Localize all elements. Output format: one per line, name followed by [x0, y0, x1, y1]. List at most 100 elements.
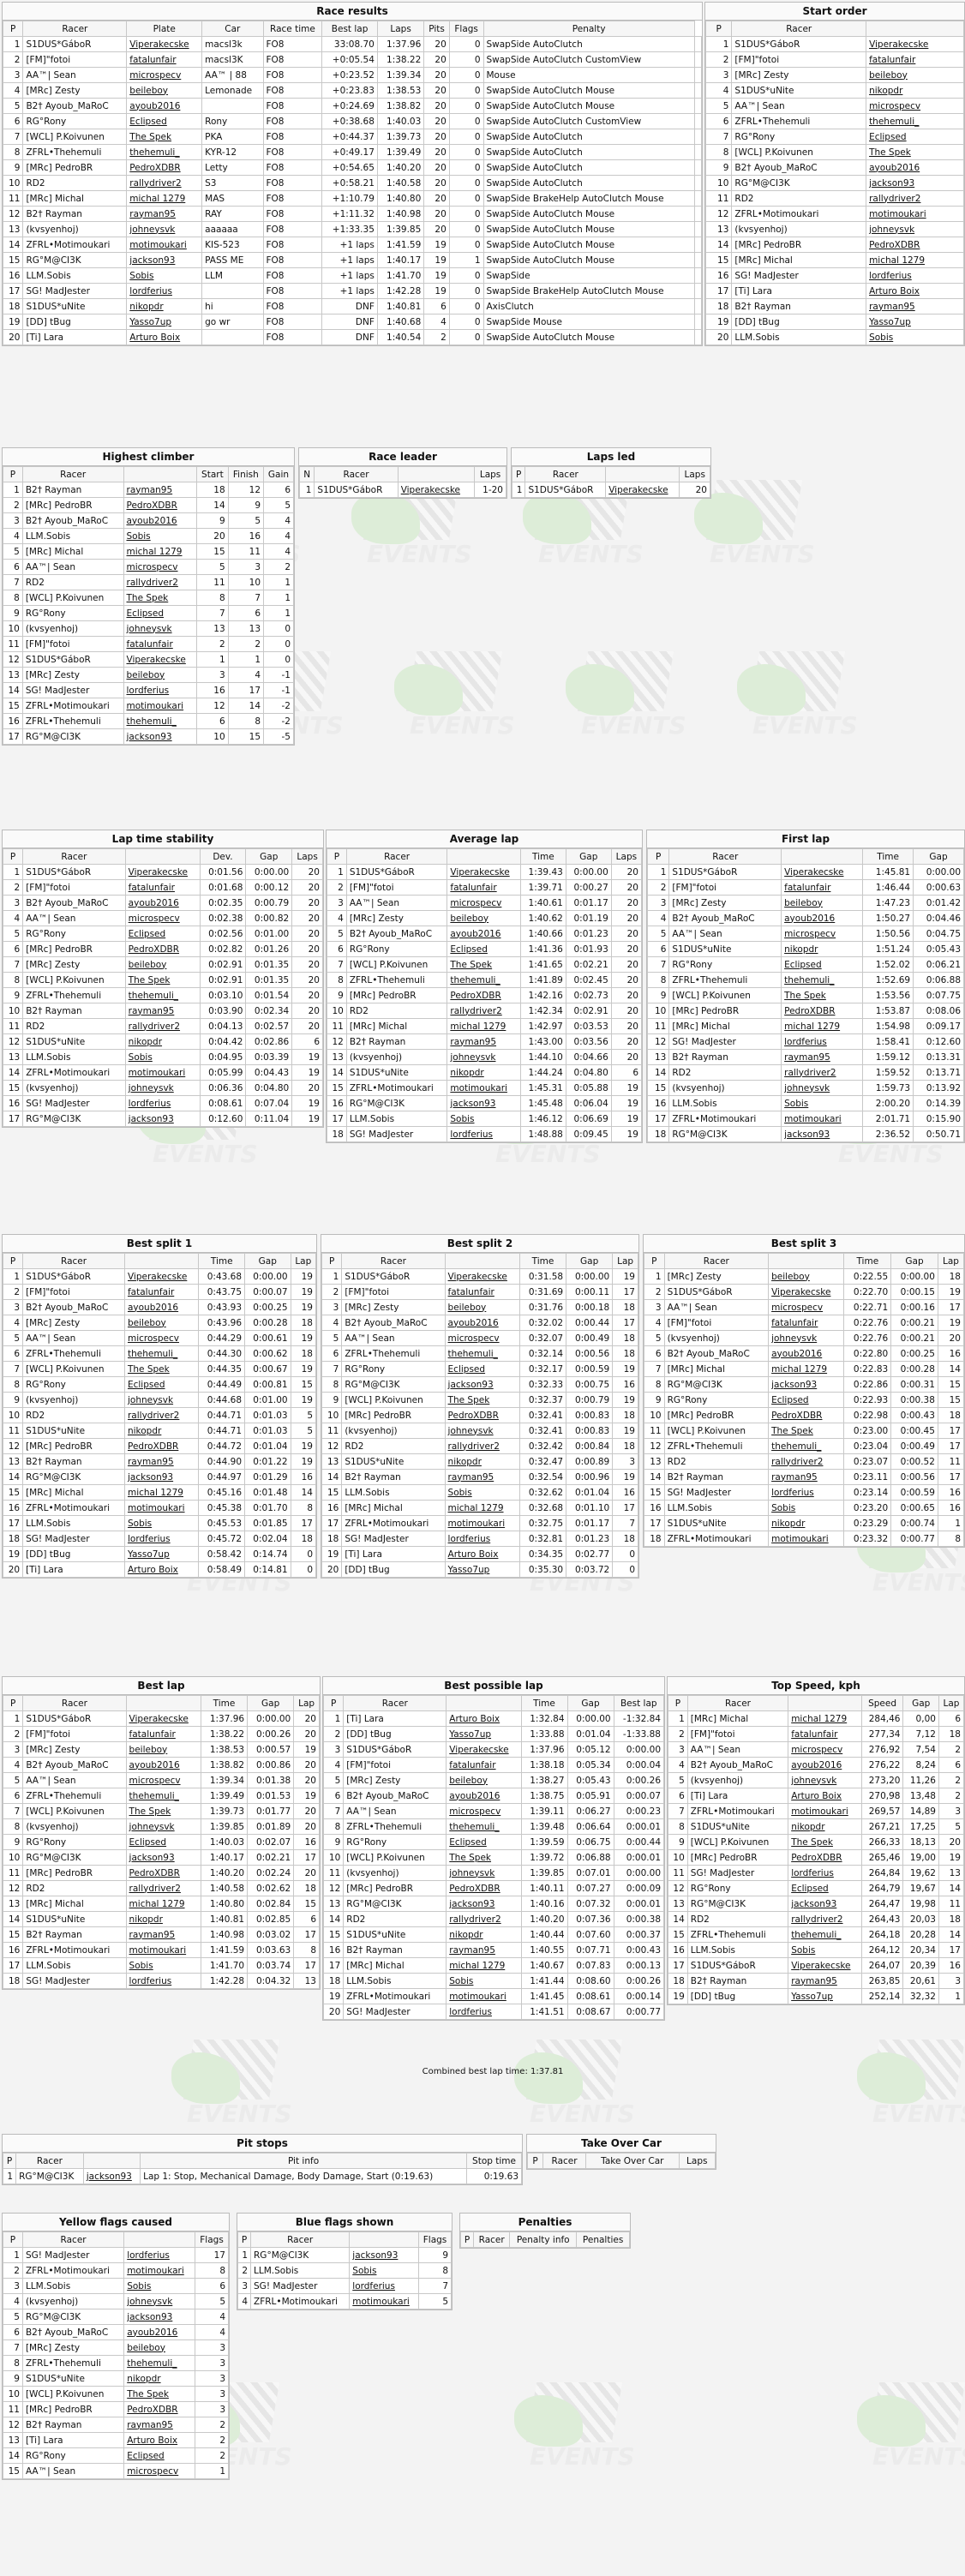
- table-cell[interactable]: lordferius: [125, 1973, 201, 1989]
- table-cell[interactable]: rallydriver2: [123, 1407, 200, 1423]
- table-cell[interactable]: Arturo Boix: [123, 1561, 200, 1578]
- table-cell[interactable]: thehemuli_: [123, 2355, 196, 2371]
- table-cell[interactable]: Sobis: [123, 528, 198, 544]
- table-cell[interactable]: jackson93: [82, 2168, 141, 2184]
- table-cell[interactable]: beileboy: [126, 82, 203, 99]
- table-cell[interactable]: PedroXDBR: [123, 497, 198, 513]
- table-cell[interactable]: jackson93: [788, 1896, 862, 1912]
- table-cell[interactable]: jackson93: [768, 1376, 845, 1393]
- table-cell[interactable]: Yasso7up: [123, 1546, 200, 1562]
- table-cell[interactable]: fatalunfair: [781, 879, 864, 896]
- table-cell[interactable]: lordferius: [123, 1531, 200, 1547]
- table-cell[interactable]: johneysvk: [444, 1423, 520, 1439]
- table-cell[interactable]: lordferius: [781, 1033, 864, 1050]
- table-cell[interactable]: microspecv: [768, 1299, 845, 1315]
- table-cell[interactable]: beileboy: [447, 910, 521, 926]
- table-cell[interactable]: Viperakecske: [397, 482, 476, 498]
- table-cell[interactable]: nikopdr: [781, 941, 864, 957]
- table-cell[interactable]: fatalunfair: [125, 1726, 201, 1742]
- table-cell[interactable]: beileboy: [768, 1268, 845, 1285]
- table-cell[interactable]: microspecv: [781, 926, 864, 942]
- table-cell[interactable]: rallydriver2: [125, 1880, 201, 1896]
- table-cell[interactable]: thehemuli_: [768, 1438, 845, 1454]
- table-cell[interactable]: PedroXDBR: [125, 1865, 201, 1881]
- table-cell[interactable]: PedroXDBR: [444, 1407, 520, 1423]
- table-cell[interactable]: nikopdr: [123, 2370, 196, 2387]
- table-cell[interactable]: lordferius: [123, 682, 198, 698]
- table-cell[interactable]: Viperakecske: [788, 1957, 862, 1974]
- table-cell[interactable]: jackson93: [124, 1111, 201, 1127]
- table-cell[interactable]: Sobis: [444, 1484, 520, 1501]
- table-cell[interactable]: beileboy: [444, 1299, 520, 1315]
- table-cell[interactable]: microspecv: [444, 1330, 520, 1346]
- table-cell[interactable]: lordferius: [124, 1095, 201, 1111]
- table-cell[interactable]: Viperakecske: [124, 864, 201, 880]
- table-cell[interactable]: ayoub2016: [446, 1788, 522, 1804]
- table-cell[interactable]: beileboy: [446, 1772, 522, 1788]
- table-cell[interactable]: rayman95: [123, 482, 198, 498]
- table-cell[interactable]: nikopdr: [866, 82, 964, 99]
- table-cell[interactable]: fatalunfair: [123, 1284, 200, 1300]
- table-cell[interactable]: rallydriver2: [446, 1911, 522, 1927]
- table-cell[interactable]: Viperakecske: [447, 864, 521, 880]
- table-cell[interactable]: Eclipsed: [124, 926, 201, 942]
- table-cell[interactable]: michal 1279: [123, 1484, 200, 1501]
- table-cell[interactable]: Sobis: [124, 1049, 201, 1065]
- table-cell[interactable]: thehemuli_: [126, 144, 203, 160]
- table-cell[interactable]: jackson93: [349, 2247, 420, 2263]
- table-cell[interactable]: The Spek: [446, 1849, 522, 1866]
- table-cell[interactable]: rayman95: [866, 298, 964, 315]
- table-cell[interactable]: Viperakecske: [444, 1268, 520, 1285]
- table-cell[interactable]: rallydriver2: [788, 1911, 862, 1927]
- table-cell[interactable]: fatalunfair: [447, 879, 521, 896]
- table-cell[interactable]: Eclipsed: [788, 1880, 862, 1896]
- table-cell[interactable]: The Spek: [125, 1803, 201, 1819]
- table-cell[interactable]: ayoub2016: [124, 895, 201, 911]
- table-cell[interactable]: microspecv: [123, 559, 198, 575]
- table-cell[interactable]: Sobis: [126, 267, 203, 284]
- table-cell[interactable]: PedroXDBR: [126, 159, 203, 176]
- table-cell[interactable]: ayoub2016: [123, 1299, 200, 1315]
- table-cell[interactable]: Sobis: [768, 1500, 845, 1516]
- table-cell[interactable]: PedroXDBR: [123, 2401, 196, 2417]
- table-cell[interactable]: motimoukari: [123, 2262, 196, 2279]
- table-cell[interactable]: rallydriver2: [126, 175, 203, 191]
- table-cell[interactable]: motimoukari: [126, 237, 203, 253]
- table-cell[interactable]: The Spek: [444, 1392, 520, 1408]
- table-cell[interactable]: michal 1279: [866, 252, 964, 268]
- table-cell[interactable]: beileboy: [123, 1315, 200, 1331]
- table-cell[interactable]: PedroXDBR: [768, 1407, 845, 1423]
- table-cell[interactable]: ayoub2016: [768, 1345, 845, 1362]
- table-cell[interactable]: fatalunfair: [866, 51, 964, 68]
- table-cell[interactable]: johneysvk: [123, 2293, 196, 2309]
- table-cell[interactable]: The Spek: [123, 2386, 196, 2402]
- table-cell[interactable]: ayoub2016: [123, 2324, 196, 2340]
- table-cell[interactable]: jackson93: [126, 252, 203, 268]
- table-cell[interactable]: microspecv: [123, 1330, 200, 1346]
- table-cell[interactable]: thehemuli_: [781, 972, 864, 988]
- table-cell[interactable]: lordferius: [126, 283, 203, 299]
- table-cell[interactable]: microspecv: [124, 910, 201, 926]
- table-cell[interactable]: fatalunfair: [123, 636, 198, 652]
- table-cell[interactable]: thehemuli_: [124, 987, 201, 1003]
- table-cell[interactable]: fatalunfair: [124, 879, 201, 896]
- table-cell[interactable]: The Spek: [124, 972, 201, 988]
- table-cell[interactable]: rayman95: [124, 1003, 201, 1019]
- table-cell[interactable]: beileboy: [866, 67, 964, 83]
- table-cell[interactable]: Sobis: [447, 1111, 521, 1127]
- table-cell[interactable]: microspecv: [788, 1741, 862, 1758]
- table-cell[interactable]: michal 1279: [446, 1957, 522, 1974]
- table-cell[interactable]: PedroXDBR: [781, 1003, 864, 1019]
- table-cell[interactable]: fatalunfair: [768, 1315, 845, 1331]
- table-cell[interactable]: Eclipsed: [768, 1392, 845, 1408]
- table-cell[interactable]: rallydriver2: [866, 190, 964, 207]
- table-cell[interactable]: microspecv: [126, 67, 203, 83]
- table-cell[interactable]: beileboy: [123, 2339, 196, 2356]
- table-cell[interactable]: Sobis: [446, 1973, 522, 1989]
- table-cell[interactable]: Yasso7up: [446, 1726, 522, 1742]
- table-cell[interactable]: motimoukari: [446, 1988, 522, 2004]
- table-cell[interactable]: nikopdr: [768, 1515, 845, 1531]
- table-cell[interactable]: The Spek: [126, 129, 203, 145]
- table-cell[interactable]: The Spek: [123, 1361, 200, 1377]
- table-cell[interactable]: PedroXDBR: [124, 941, 201, 957]
